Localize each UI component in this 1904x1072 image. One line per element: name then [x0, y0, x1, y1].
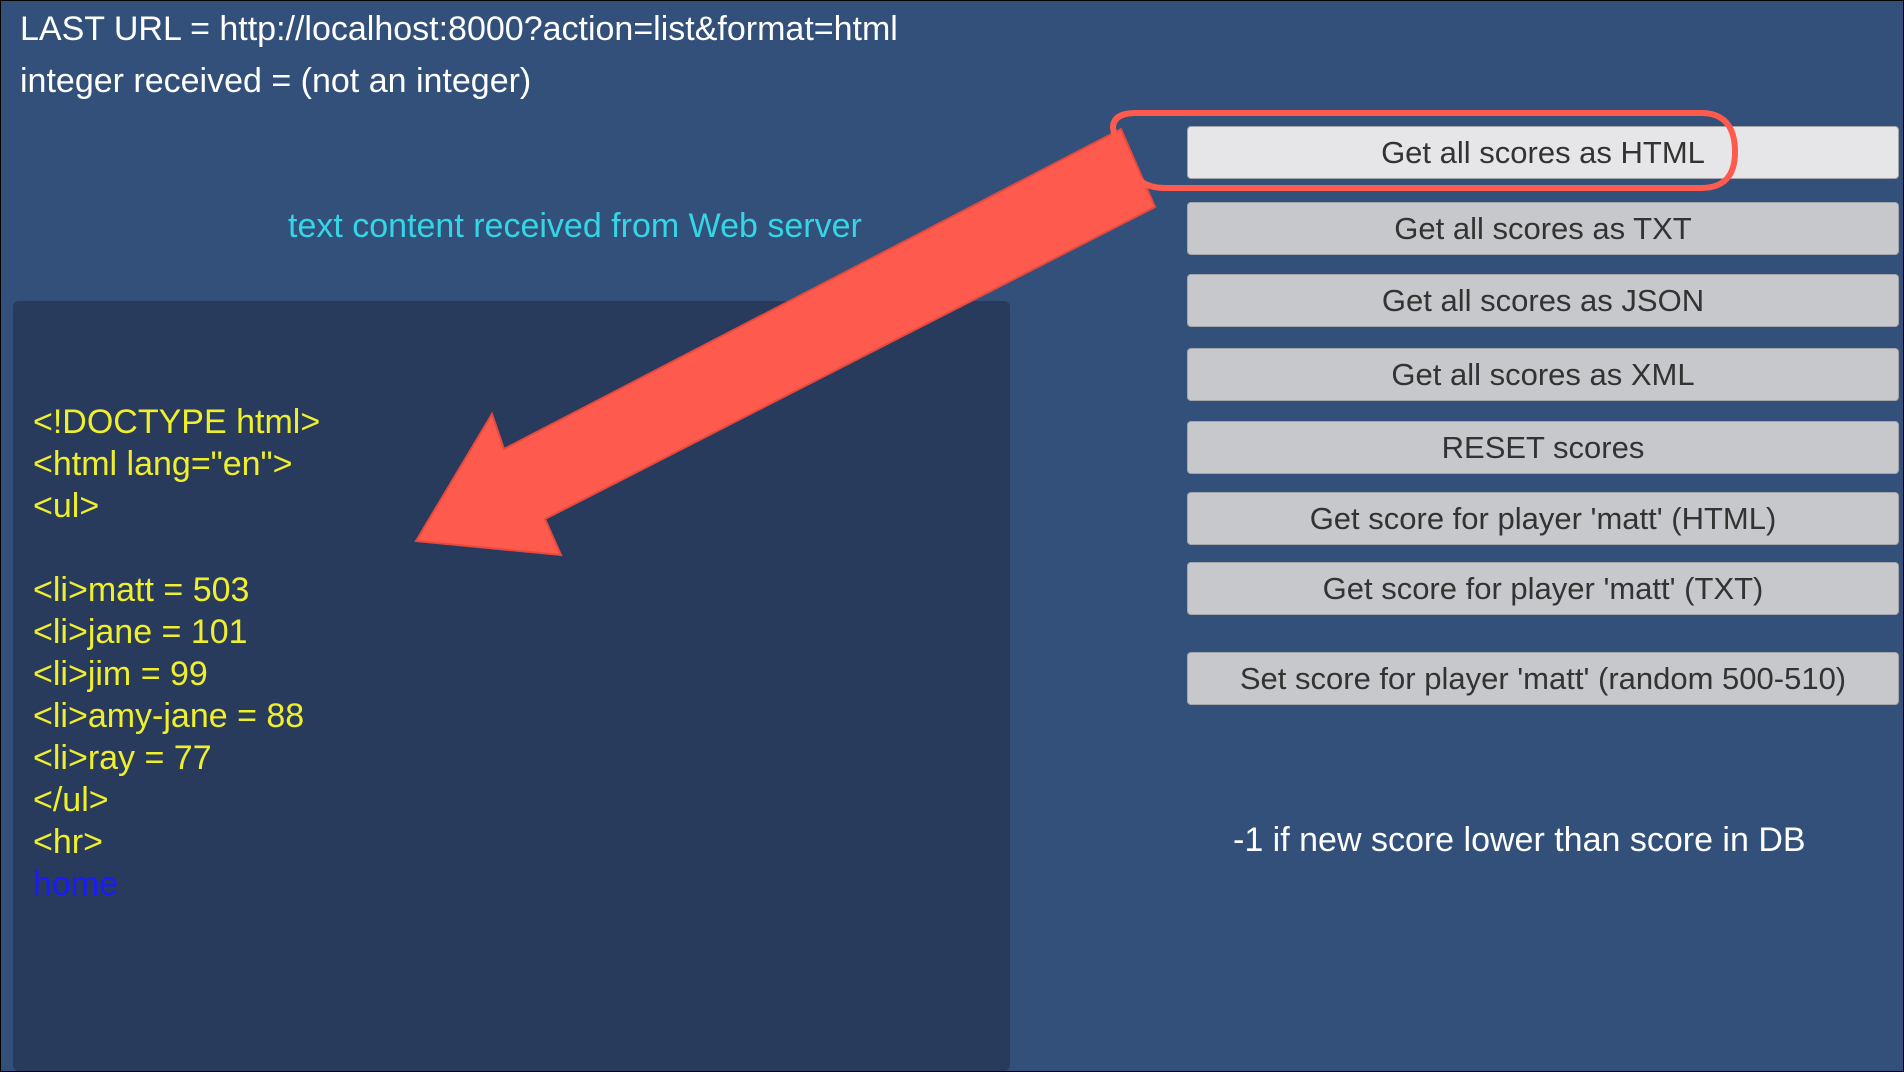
app-window: LAST URL = http://localhost:8000?action=…	[0, 0, 1904, 1072]
set-player-score-button[interactable]: Set score for player 'matt' (random 500-…	[1187, 652, 1899, 705]
get-player-score-html-button[interactable]: Get score for player 'matt' (HTML)	[1187, 492, 1899, 545]
code-line: <li>ray = 77	[33, 739, 212, 777]
code-line: <li>jim = 99	[33, 655, 208, 693]
response-caption: text content received from Web server	[288, 207, 862, 245]
code-line: <html lang="en">	[33, 445, 293, 483]
get-player-score-txt-button[interactable]: Get score for player 'matt' (TXT)	[1187, 562, 1899, 615]
code-line: <li>amy-jane = 88	[33, 697, 305, 735]
reset-scores-button[interactable]: RESET scores	[1187, 421, 1899, 474]
code-line: <li>jane = 101	[33, 613, 248, 651]
code-line: <ul>	[33, 487, 100, 525]
get-all-scores-xml-button[interactable]: Get all scores as XML	[1187, 348, 1899, 401]
get-all-scores-html-button[interactable]: Get all scores as HTML	[1187, 126, 1899, 179]
get-all-scores-txt-button[interactable]: Get all scores as TXT	[1187, 202, 1899, 255]
response-code: <!DOCTYPE html> <html lang="en"> <ul> <l…	[33, 401, 320, 863]
home-link[interactable]: home	[33, 863, 118, 905]
response-panel: <!DOCTYPE html> <html lang="en"> <ul> <l…	[13, 301, 1010, 1071]
code-line: <li>matt = 503	[33, 571, 250, 609]
code-line: </ul>	[33, 781, 109, 819]
code-line: <hr>	[33, 823, 103, 861]
last-url-label: LAST URL = http://localhost:8000?action=…	[20, 10, 898, 48]
integer-received-label: integer received = (not an integer)	[20, 62, 532, 100]
get-all-scores-json-button[interactable]: Get all scores as JSON	[1187, 274, 1899, 327]
score-note: -1 if new score lower than score in DB	[1233, 821, 1806, 859]
code-line: <!DOCTYPE html>	[33, 403, 321, 441]
